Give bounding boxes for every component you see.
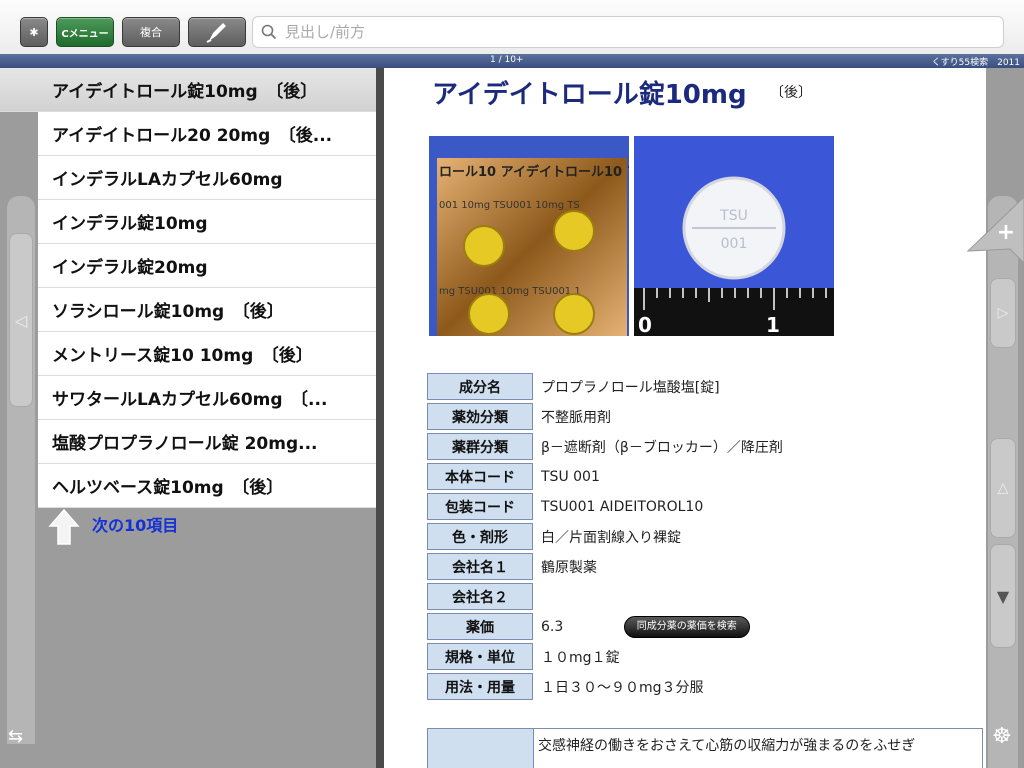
field-label: 包装コード [427, 493, 533, 520]
gear-icon: ✱ [29, 25, 39, 39]
effect-table: 交感神経の働きをおさえて心筋の収縮力が強まるのをふせぎ [427, 728, 983, 768]
table-row: 薬効分類 不整脈用剤 [427, 403, 783, 430]
svg-text:0: 0 [638, 313, 652, 336]
effect-label [427, 728, 534, 768]
effect-text: 交感神経の働きをおさえて心筋の収縮力が強まるのをふせぎ [533, 728, 983, 768]
field-label: 用法・用量 [427, 673, 533, 700]
field-label: 会社名２ [427, 583, 533, 610]
table-row: 規格・単位 １０mg１錠 [427, 643, 783, 670]
field-label: 規格・単位 [427, 643, 533, 670]
field-label: 本体コード [427, 463, 533, 490]
table-row: 会社名２ [427, 583, 783, 610]
drug-title: アイデイトロール錠10mg [432, 80, 747, 110]
field-value: 白／片面割線入り裸錠 [541, 529, 681, 546]
svg-text:mg TSU001 10mg TSU001 1: mg TSU001 10mg TSU001 1 [439, 286, 581, 297]
list-item[interactable]: メントリース錠10 10mg 〔後〕 [38, 332, 376, 376]
swap-arrows-icon[interactable]: ⇆ [8, 726, 23, 747]
svg-text:ロール10 アイデイトロール10 アイディ: ロール10 アイデイトロール10 アイディ [439, 164, 629, 180]
handwriting-button[interactable] [188, 17, 246, 47]
status-bar: 1 / 10+ くすり55検索 2011 [0, 54, 1024, 68]
triangle-right-icon: ▷ [997, 305, 1009, 321]
svg-text:1: 1 [766, 313, 780, 336]
menu-button[interactable]: Cメニュー [56, 17, 114, 47]
panel-divider[interactable] [376, 68, 384, 768]
helm-wheel-icon[interactable]: ☸ [992, 724, 1012, 749]
list-item[interactable]: インデラル錠10mg [38, 200, 376, 244]
price-cell: 6.3 同成分薬の薬価を検索 [533, 613, 783, 640]
search-input[interactable] [285, 23, 965, 41]
drug-list: アイデイトロール錠10mg 〔後〕 アイデイトロール20 20mg 〔後... … [0, 68, 376, 508]
field-label: 会社名１ [427, 553, 533, 580]
field-value: プロプラノロール塩酸塩[錠] [541, 379, 720, 396]
drug-detail: アイデイトロール錠10mg 〔後〕 ロール10 アイデイトロール10 アイディ … [384, 68, 986, 768]
field-value: TSU001 AIDEITOROL10 [541, 498, 704, 515]
menu-button-label: Cメニュー [61, 28, 109, 40]
list-item[interactable]: インデラルLAカプセル60mg [38, 156, 376, 200]
svg-text:TSU: TSU [719, 208, 748, 224]
tablet-illustration: TSU 001 0 1 [634, 176, 834, 336]
field-value: β－遮断剤（β－ブロッカー）／降圧剤 [541, 439, 783, 456]
next-items-button[interactable]: 次の10項目 [48, 508, 178, 546]
combo-button-label: 複合 [140, 26, 162, 39]
svg-text:001 10mg TSU001 10mg TS: 001 10mg TSU001 10mg TS [439, 200, 580, 211]
package-illustration: ロール10 アイデイトロール10 アイディ 001 10mg TSU001 10… [437, 158, 629, 336]
list-item[interactable]: サワタールLAカプセル60mg 〔... [38, 376, 376, 420]
field-label: 薬群分類 [427, 433, 533, 460]
list-item[interactable]: 塩酸プロプラノロール錠 20mg... [38, 420, 376, 464]
list-item[interactable]: インデラル錠20mg [38, 244, 376, 288]
pen-icon [206, 23, 226, 43]
table-row: 包装コード TSU001 AIDEITOROL10 [427, 493, 783, 520]
scroll-up-button[interactable]: △ [990, 438, 1016, 538]
field-value: 6.3 [541, 618, 564, 635]
field-label: 色・剤形 [427, 523, 533, 550]
tablet-photo: TSU 001 0 1 [634, 136, 834, 336]
list-item[interactable]: ヘルツベース錠10mg 〔後〕 [38, 464, 376, 508]
list-item[interactable]: アイデイトロール20 20mg 〔後... [38, 112, 376, 156]
table-row: 用法・用量 １日３０～９０mg３分服 [427, 673, 783, 700]
next-page-button[interactable]: ▷ [990, 278, 1016, 348]
arrow-up-icon [48, 508, 80, 545]
table-row: 色・剤形 白／片面割線入り裸錠 [427, 523, 783, 550]
settings-button[interactable]: ✱ [20, 17, 48, 47]
combo-search-button[interactable]: 複合 [122, 17, 180, 47]
field-value: １日３０～９０mg３分服 [541, 679, 704, 696]
scroll-down-button[interactable]: ▼ [990, 544, 1016, 648]
triangle-down-icon: ▼ [996, 586, 1010, 606]
field-value [533, 583, 783, 610]
table-row: 交感神経の働きをおさえて心筋の収縮力が強まるのをふせぎ [427, 728, 983, 768]
drug-info-table: 成分名 プロプラノロール塩酸塩[錠] 薬効分類 不整脈用剤 薬群分類 β－遮断剤（β－… [427, 370, 783, 703]
search-box [252, 16, 1004, 48]
toolbar: ✱ Cメニュー 複合 [0, 0, 1024, 54]
add-bookmark-button[interactable]: + [966, 193, 1024, 273]
right-rail: + ▷ △ ▼ ☸ [966, 68, 1024, 768]
field-value: １０mg１錠 [541, 649, 620, 666]
triangle-up-icon: △ [997, 480, 1009, 496]
app-credit: くすり55検索 2011 [931, 58, 1020, 68]
svg-text:001: 001 [721, 236, 748, 252]
price-search-button[interactable]: 同成分薬の薬価を検索 [623, 615, 750, 638]
table-row: 本体コード TSU 001 [427, 463, 783, 490]
generic-badge: 〔後〕 [770, 85, 812, 101]
table-row: 薬価 6.3 同成分薬の薬価を検索 [427, 613, 783, 640]
field-value: 鶴原製薬 [541, 559, 597, 576]
field-label: 薬効分類 [427, 403, 533, 430]
next-items-label: 次の10項目 [92, 516, 179, 535]
list-item[interactable]: アイデイトロール錠10mg 〔後〕 [0, 68, 376, 112]
plus-icon: + [997, 220, 1015, 245]
table-row: 成分名 プロプラノロール塩酸塩[錠] [427, 373, 783, 400]
package-photo: ロール10 アイデイトロール10 アイディ 001 10mg TSU001 10… [429, 136, 629, 336]
field-value: TSU 001 [541, 468, 600, 485]
field-value: 不整脈用剤 [541, 409, 611, 426]
search-icon [261, 24, 277, 40]
table-row: 会社名１ 鶴原製薬 [427, 553, 783, 580]
page-count: 1 / 10+ [490, 55, 524, 65]
list-item[interactable]: ソラシロール錠10mg 〔後〕 [38, 288, 376, 332]
field-label: 薬価 [427, 613, 533, 640]
table-row: 薬群分類 β－遮断剤（β－ブロッカー）／降圧剤 [427, 433, 783, 460]
field-label: 成分名 [427, 373, 533, 400]
result-list-panel: ◁ ⇆ アイデイトロール錠10mg 〔後〕 アイデイトロール20 20mg 〔後… [0, 68, 376, 768]
